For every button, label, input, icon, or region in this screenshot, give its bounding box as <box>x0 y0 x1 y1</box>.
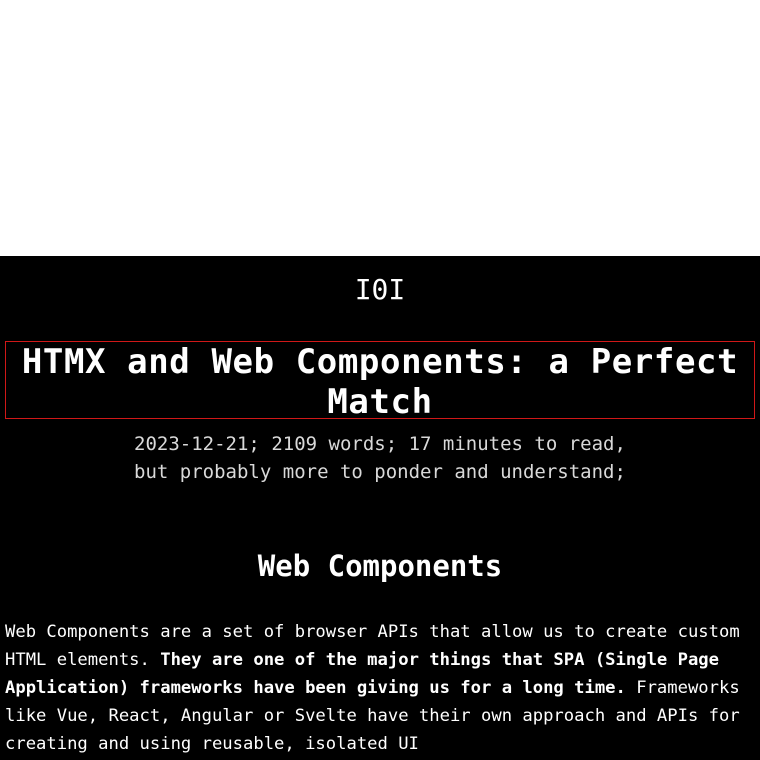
article-title: HTMX and Web Components: a Perfect Match <box>21 342 739 422</box>
article-page: I0I HTMX and Web Components: a Perfect M… <box>0 256 760 760</box>
blank-top-area <box>0 0 760 256</box>
section-heading: Web Components <box>257 549 503 583</box>
title-highlight-box: HTMX and Web Components: a Perfect Match <box>5 341 755 422</box>
article-paragraph: Web Components are a set of browser APIs… <box>5 618 757 758</box>
article-meta: 2023-12-21; 2109 words; 17 minutes to re… <box>0 430 760 486</box>
site-logo[interactable]: I0I <box>0 272 760 308</box>
article-meta-line-2: but probably more to ponder and understa… <box>134 461 626 483</box>
article-meta-line-1: 2023-12-21; 2109 words; 17 minutes to re… <box>134 433 626 455</box>
